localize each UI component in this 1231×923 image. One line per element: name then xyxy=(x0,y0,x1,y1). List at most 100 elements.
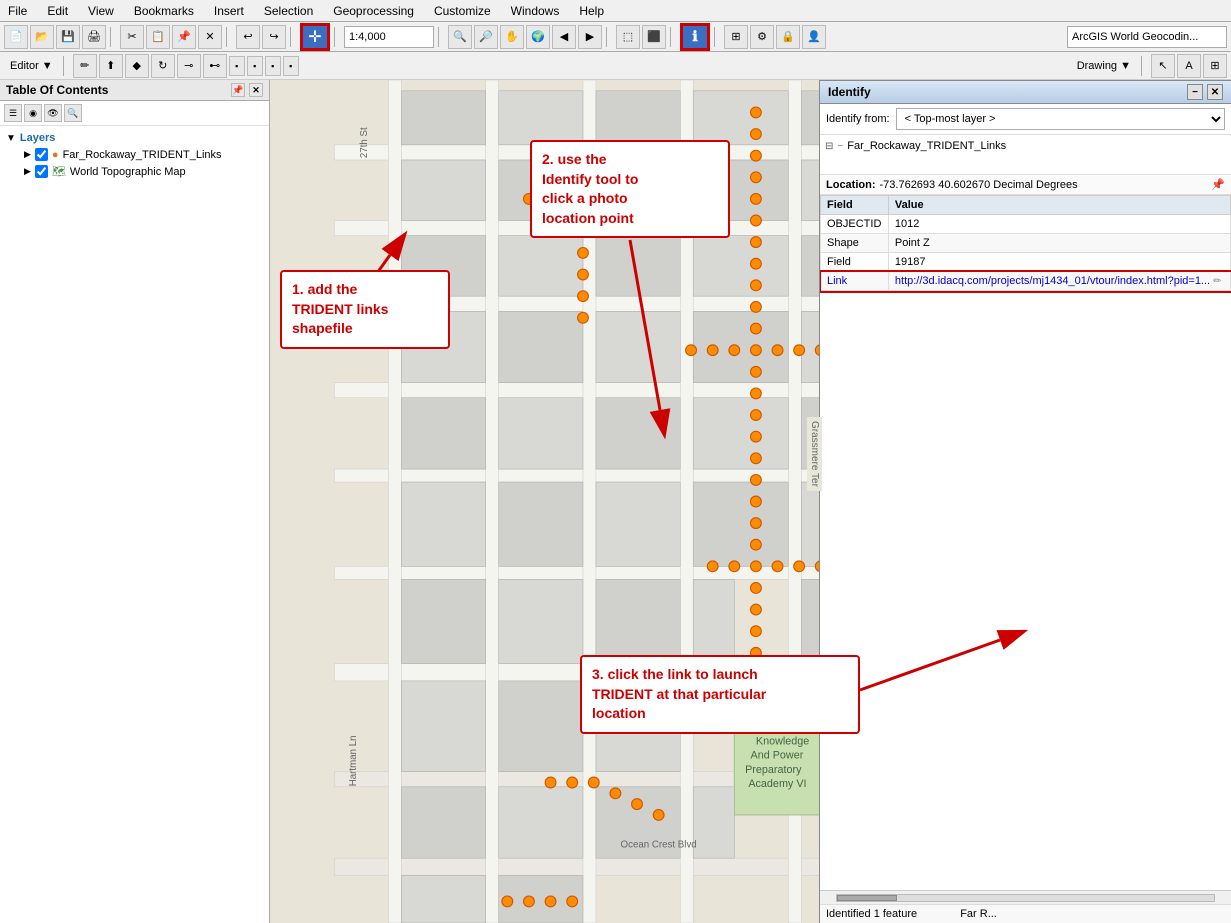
toc-visible-btn[interactable]: 👁 xyxy=(44,104,62,122)
edit-merge-button[interactable]: ⊷ xyxy=(203,54,227,78)
more-tools-button[interactable]: ⊞ xyxy=(724,25,748,49)
undo-button[interactable]: ↩ xyxy=(236,25,260,49)
toc-toolbar: ☰ ◉ 👁 🔍 xyxy=(0,101,269,126)
table-row-field-1: Shape xyxy=(821,234,889,253)
tree-expand-icon[interactable]: ⊟ xyxy=(825,141,833,152)
toc-pin-button[interactable]: 📌 xyxy=(231,83,245,97)
edit-tool5[interactable]: ▪ xyxy=(265,56,281,76)
scroll-thumb[interactable] xyxy=(837,895,897,901)
edit-rotate-button[interactable]: ↻ xyxy=(151,54,175,78)
user-button[interactable]: 👤 xyxy=(802,25,826,49)
sep7 xyxy=(670,27,676,47)
layer2-expand[interactable]: ▶ xyxy=(24,166,31,177)
move-tool-button[interactable]: ✛ xyxy=(300,23,330,51)
map-area[interactable]: Knowledge And Power Preparatory Academy … xyxy=(270,80,1231,923)
edit-pencil-button[interactable]: ✏ xyxy=(73,54,97,78)
menu-insert[interactable]: Insert xyxy=(210,4,248,18)
full-extent-button[interactable]: 🌍 xyxy=(526,25,550,49)
draw-text-button[interactable]: A xyxy=(1177,54,1201,78)
toc-header: Table Of Contents 📌 ✕ xyxy=(0,80,269,101)
drawing-label[interactable]: Drawing ▼ xyxy=(1071,60,1137,72)
identify-title: Identify xyxy=(828,85,871,99)
toc-content: ▼ Layers ▶ ● Far_Rockaway_TRIDENT_Links … xyxy=(0,126,269,923)
layers-expand-icon[interactable]: ▼ xyxy=(6,133,16,144)
menu-bar: File Edit View Bookmarks Insert Selectio… xyxy=(0,0,1231,22)
pan-button[interactable]: ✋ xyxy=(500,25,524,49)
redo-button[interactable]: ↪ xyxy=(262,25,286,49)
edit-pointer-button[interactable]: ⬆ xyxy=(99,54,123,78)
cut-button[interactable]: ✂ xyxy=(120,25,144,49)
menu-bookmarks[interactable]: Bookmarks xyxy=(130,4,198,18)
identify-footer: Identified 1 feature Far R... xyxy=(820,904,1231,923)
copy-button[interactable]: 📋 xyxy=(146,25,170,49)
sep3 xyxy=(290,27,296,47)
edit-tool4[interactable]: ▪ xyxy=(247,56,263,76)
identify-table-body: OBJECTID1012ShapePoint ZField19187Linkht… xyxy=(821,215,1231,291)
edit-node-button[interactable]: ◆ xyxy=(125,54,149,78)
identify-minimize-button[interactable]: − xyxy=(1187,84,1203,100)
save-button[interactable]: 💾 xyxy=(56,25,80,49)
menu-selection[interactable]: Selection xyxy=(260,4,317,18)
location-pin-icon[interactable]: 📌 xyxy=(1211,178,1225,191)
print-button[interactable]: 🖨 xyxy=(82,25,106,49)
field-header: Field xyxy=(821,196,889,215)
menu-edit[interactable]: Edit xyxy=(43,4,72,18)
layers-group: ▼ Layers ▶ ● Far_Rockaway_TRIDENT_Links … xyxy=(4,130,265,180)
identify-map-preview: Far R... xyxy=(960,908,997,920)
table-row-field-2: Field xyxy=(821,253,889,272)
zoom-in-button[interactable]: 🔍 xyxy=(448,25,472,49)
layer2-checkbox[interactable] xyxy=(35,165,48,178)
location-value: -73.762693 40.602670 Decimal Degrees xyxy=(880,179,1078,191)
lock-button[interactable]: 🔒 xyxy=(776,25,800,49)
toc-close-button[interactable]: ✕ xyxy=(249,83,263,97)
layer1-checkbox[interactable] xyxy=(35,148,48,161)
layer1-expand[interactable]: ▶ xyxy=(24,149,31,160)
menu-geoprocessing[interactable]: Geoprocessing xyxy=(329,4,418,18)
menu-help[interactable]: Help xyxy=(575,4,608,18)
open-button[interactable]: 📂 xyxy=(30,25,54,49)
toc-search-btn[interactable]: 🔍 xyxy=(64,104,82,122)
identify-footer-text: Identified 1 feature xyxy=(826,908,917,920)
identify-titlebar: Identify − ✕ xyxy=(820,81,1231,104)
zoom-out-button[interactable]: 🔎 xyxy=(474,25,498,49)
next-extent-button[interactable]: ▶ xyxy=(578,25,602,49)
scale-input[interactable]: 1:4,000 xyxy=(344,26,434,48)
menu-windows[interactable]: Windows xyxy=(507,4,564,18)
settings-button[interactable]: ⚙ xyxy=(750,25,774,49)
identify-tree: ⊟ − Far_Rockaway_TRIDENT_Links xyxy=(820,135,1231,175)
menu-file[interactable]: File xyxy=(4,4,31,18)
toc-source-btn[interactable]: ◉ xyxy=(24,104,42,122)
main-layout: Table Of Contents 📌 ✕ ☰ ◉ 👁 🔍 ▼ Layers ▶ xyxy=(0,80,1231,923)
menu-view[interactable]: View xyxy=(84,4,118,18)
draw-size-button[interactable]: ⊞ xyxy=(1203,54,1227,78)
table-row-value-3[interactable]: http://3d.idacq.com/projects/mj1434_01/v… xyxy=(888,272,1230,291)
layer1-item[interactable]: ▶ ● Far_Rockaway_TRIDENT_Links xyxy=(24,146,265,163)
callout-1-text: 1. add the TRIDENT links shapefile xyxy=(292,281,388,336)
edit-tool6[interactable]: ▪ xyxy=(283,56,299,76)
identify-button[interactable]: ℹ xyxy=(680,23,710,51)
sep5 xyxy=(438,27,444,47)
toc-list-btn[interactable]: ☰ xyxy=(4,104,22,122)
select-features-button[interactable]: ⬛ xyxy=(642,25,666,49)
identify-scrollbar[interactable] xyxy=(820,890,1231,904)
tree-minus-icon: − xyxy=(837,141,843,152)
edit-split-button[interactable]: ⊸ xyxy=(177,54,201,78)
draw-pointer-button[interactable]: ↖ xyxy=(1151,54,1175,78)
callout-box-2: 2. use the Identify tool to click a phot… xyxy=(530,140,730,238)
identify-close-button[interactable]: ✕ xyxy=(1207,84,1223,100)
prev-extent-button[interactable]: ◀ xyxy=(552,25,576,49)
callout-3-text: 3. click the link to launch TRIDENT at t… xyxy=(592,666,766,721)
paste-button[interactable]: 📌 xyxy=(172,25,196,49)
delete-button[interactable]: ✕ xyxy=(198,25,222,49)
select-button[interactable]: ⬚ xyxy=(616,25,640,49)
editor-label[interactable]: Editor ▼ xyxy=(4,60,59,72)
layer2-item[interactable]: ▶ 🗺 World Topographic Map xyxy=(24,163,265,180)
sep1 xyxy=(110,27,116,47)
identify-titlebar-buttons: − ✕ xyxy=(1187,84,1223,100)
menu-customize[interactable]: Customize xyxy=(430,4,495,18)
new-button[interactable]: 📄 xyxy=(4,25,28,49)
layer1-label: Far_Rockaway_TRIDENT_Links xyxy=(63,149,222,161)
edit-tool3[interactable]: ▪ xyxy=(229,56,245,76)
callout-2-text: 2. use the Identify tool to click a phot… xyxy=(542,151,638,226)
identify-from-select[interactable]: < Top-most layer > xyxy=(896,108,1225,130)
